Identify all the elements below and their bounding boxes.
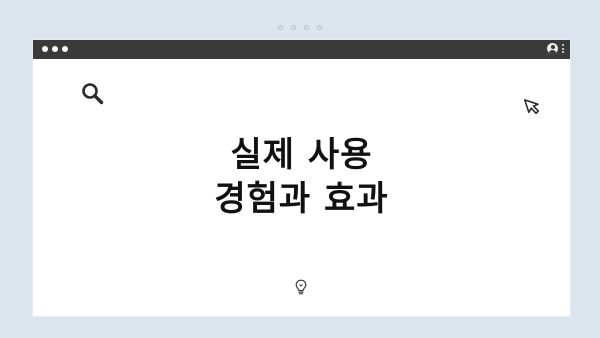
lightbulb-icon <box>295 279 307 295</box>
heading-line-2: 경험과 효과 <box>214 179 389 219</box>
search-icon <box>82 83 104 105</box>
cursor-pointer-icon <box>524 99 540 115</box>
titlebar-actions <box>547 43 564 54</box>
window-dot-icon[interactable] <box>42 46 48 52</box>
slide-stage: 실제 사용 경험과 효과 <box>0 0 600 338</box>
pager-dot[interactable] <box>291 25 296 30</box>
pager-dot[interactable] <box>304 25 309 30</box>
window-dot-icon[interactable] <box>62 46 68 52</box>
user-icon[interactable] <box>547 43 558 54</box>
heading-line-1: 실제 사용 <box>230 135 373 175</box>
slide-heading: 실제 사용 경험과 효과 <box>33 133 570 221</box>
window-controls <box>42 46 68 52</box>
pager-dot[interactable] <box>278 25 283 30</box>
window-dot-icon[interactable] <box>52 46 58 52</box>
window-titlebar <box>33 40 570 59</box>
browser-window: 실제 사용 경험과 효과 <box>33 40 570 316</box>
slide-pager <box>0 25 600 30</box>
pager-dot[interactable] <box>317 25 322 30</box>
kebab-menu-icon[interactable] <box>562 44 564 53</box>
